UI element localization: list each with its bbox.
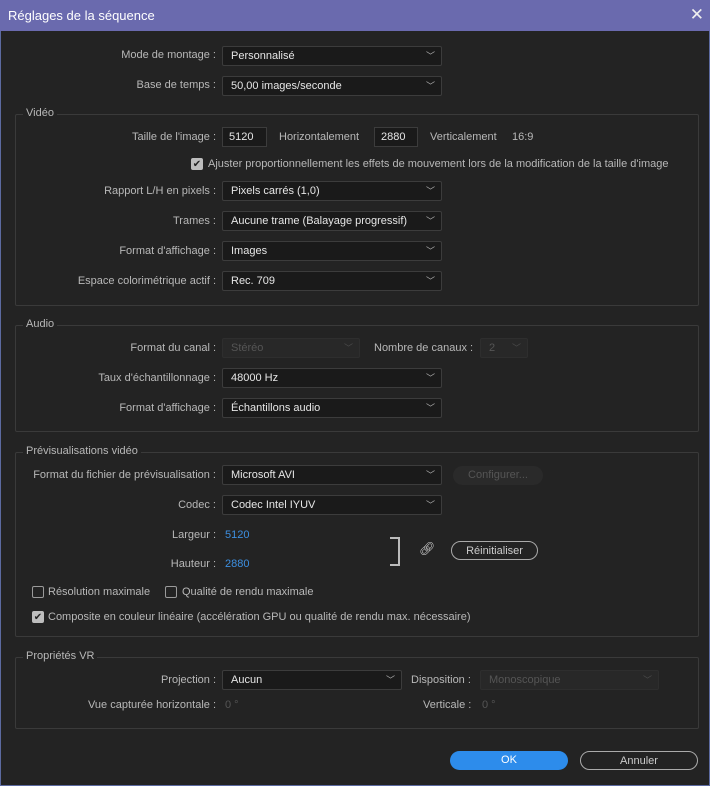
video-display-value: Images xyxy=(231,245,268,257)
channel-format-label: Format du canal : xyxy=(130,342,216,354)
chevron-down-icon: ﹀ xyxy=(425,186,435,196)
fields-label: Trames : xyxy=(173,215,216,227)
chevron-down-icon: ﹀ xyxy=(425,373,435,383)
chevron-down-icon: ﹀ xyxy=(425,276,435,286)
mode-value: Personnalisé xyxy=(231,50,295,62)
vr-group: Propriétés VR xyxy=(15,650,699,729)
frame-height-input[interactable]: 2880 xyxy=(374,127,418,147)
projection-dropdown[interactable]: Aucun ﹀ xyxy=(222,670,402,690)
pixel-aspect-label: Rapport L/H en pixels : xyxy=(104,185,216,197)
preview-width-value[interactable]: 5120 xyxy=(225,529,249,541)
chevron-down-icon: ﹀ xyxy=(425,51,435,61)
frame-size-label: Taille de l'image : xyxy=(131,131,216,143)
timebase-dropdown[interactable]: 50,00 images/seconde ﹀ xyxy=(222,76,442,96)
chevron-down-icon: ﹀ xyxy=(425,470,435,480)
configure-button[interactable]: Configurer... xyxy=(453,466,543,485)
max-quality-label: Qualité de rendu maximale xyxy=(182,586,314,598)
title-bar: Réglages de la séquence ✕ xyxy=(0,0,710,31)
codec-label: Codec : xyxy=(178,499,216,511)
preview-height-label: Hauteur : xyxy=(170,558,216,570)
chevron-down-icon: ﹀ xyxy=(642,675,652,685)
pixel-aspect-dropdown[interactable]: Pixels carrés (1,0) ﹀ xyxy=(222,181,442,201)
dialog-title: Réglages de la séquence xyxy=(8,8,155,23)
channel-count-label: Nombre de canaux : xyxy=(374,342,474,354)
channel-format-value: Stéréo xyxy=(231,342,264,354)
horizontal-view-value: 0 ° xyxy=(225,699,239,711)
layout-value: Monoscopique xyxy=(489,674,561,686)
sample-rate-value: 48000 Hz xyxy=(231,372,279,384)
fields-value: Aucune trame (Balayage progressif) xyxy=(231,215,408,227)
horizontal-label: Horizontalement xyxy=(279,131,360,143)
codec-value: Codec Intel IYUV xyxy=(231,499,316,511)
preview-height-value[interactable]: 2880 xyxy=(225,558,249,570)
projection-label: Projection : xyxy=(160,674,216,686)
reset-button[interactable]: Réinitialiser xyxy=(451,541,538,560)
color-space-label: Espace colorimétrique actif : xyxy=(77,275,216,287)
layout-dropdown[interactable]: Monoscopique ﹀ xyxy=(480,670,659,690)
preview-format-dropdown[interactable]: Microsoft AVI ﹀ xyxy=(222,465,442,485)
sample-rate-dropdown[interactable]: 48000 Hz ﹀ xyxy=(222,368,442,388)
sample-rate-label: Taux d'échantillonnage : xyxy=(98,372,216,384)
audio-display-label: Format d'affichage : xyxy=(119,402,216,414)
channel-format-dropdown[interactable]: Stéréo ﹀ xyxy=(222,338,360,358)
linear-color-checkbox[interactable]: ✔ xyxy=(32,611,44,623)
close-icon[interactable]: ✕ xyxy=(690,5,704,25)
aspect-ratio: 16:9 xyxy=(512,131,534,143)
vertical-label: Verticalement xyxy=(430,131,497,143)
cancel-button[interactable]: Annuler xyxy=(580,751,698,770)
max-resolution-label: Résolution maximale xyxy=(48,586,151,598)
max-quality-checkbox[interactable] xyxy=(165,586,177,598)
scale-motion-label: Ajuster proportionnellement les effets d… xyxy=(208,158,669,170)
vr-group-label: Propriétés VR xyxy=(23,650,98,662)
timebase-value: 50,00 images/seconde xyxy=(231,80,342,92)
vertical-view-label: Verticale : xyxy=(423,699,472,711)
timebase-label: Base de temps : xyxy=(136,79,217,91)
color-space-value: Rec. 709 xyxy=(231,275,276,287)
chevron-down-icon: ﹀ xyxy=(425,500,435,510)
color-space-dropdown[interactable]: Rec. 709 ﹀ xyxy=(222,271,442,291)
video-display-label: Format d'affichage : xyxy=(119,245,216,257)
layout-label: Disposition : xyxy=(411,674,471,686)
chevron-down-icon: ﹀ xyxy=(385,675,395,685)
chevron-down-icon: ﹀ xyxy=(425,403,435,413)
audio-group-label: Audio xyxy=(23,318,58,330)
horizontal-view-label: Vue capturée horizontale : xyxy=(87,699,216,711)
chevron-down-icon: ﹀ xyxy=(343,343,353,353)
chevron-down-icon: ﹀ xyxy=(425,81,435,91)
video-group-label: Vidéo xyxy=(23,107,57,119)
channel-count-dropdown[interactable]: 2 ﹀ xyxy=(480,338,528,358)
vertical-view-value: 0 ° xyxy=(482,699,496,711)
mode-dropdown[interactable]: Personnalisé ﹀ xyxy=(222,46,442,66)
audio-display-value: Échantillons audio xyxy=(231,402,321,414)
max-resolution-checkbox[interactable] xyxy=(32,586,44,598)
preview-format-value: Microsoft AVI xyxy=(231,469,295,481)
chevron-down-icon: ﹀ xyxy=(511,343,521,353)
channel-count-value: 2 xyxy=(489,342,496,354)
scale-motion-checkbox[interactable]: ✔ xyxy=(191,158,203,170)
mode-label: Mode de montage : xyxy=(121,49,216,61)
video-display-dropdown[interactable]: Images ﹀ xyxy=(222,241,442,261)
codec-dropdown[interactable]: Codec Intel IYUV ﹀ xyxy=(222,495,442,515)
preview-format-label: Format du fichier de prévisualisation : xyxy=(33,469,216,481)
frame-width-input[interactable]: 5120 xyxy=(222,127,267,147)
preview-group-label: Prévisualisations vidéo xyxy=(23,445,141,457)
link-bracket xyxy=(390,537,400,566)
audio-display-dropdown[interactable]: Échantillons audio ﹀ xyxy=(222,398,442,418)
projection-value: Aucun xyxy=(231,674,263,686)
chevron-down-icon: ﹀ xyxy=(425,246,435,256)
linear-color-label: Composite en couleur linéaire (accélérat… xyxy=(48,611,471,623)
preview-width-label: Largeur : xyxy=(171,529,216,541)
link-icon[interactable]: 🔗︎ xyxy=(419,541,436,557)
fields-dropdown[interactable]: Aucune trame (Balayage progressif) ﹀ xyxy=(222,211,442,231)
ok-button[interactable]: OK xyxy=(450,751,568,770)
pixel-aspect-value: Pixels carrés (1,0) xyxy=(231,185,320,197)
chevron-down-icon: ﹀ xyxy=(425,216,435,226)
